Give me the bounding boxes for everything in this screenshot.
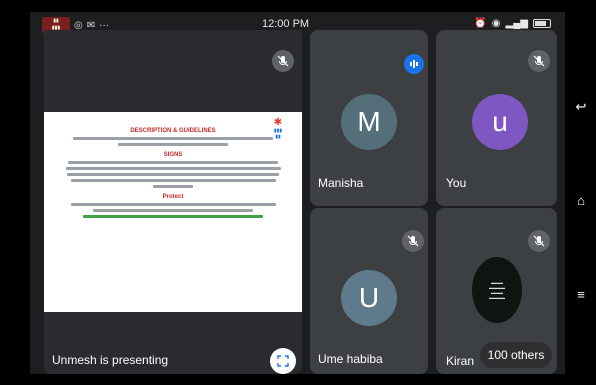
document-logo: ✱ ▮▮▮ ▮▮: [273, 117, 283, 141]
participant-tile-kiran[interactable]: ▬▬▬ ▬▬▬▬ ▬▬▬ ▬▬▬▬ Kiran 100 others: [436, 208, 557, 374]
presenting-label: Unmesh is presenting: [52, 353, 169, 367]
alarm-icon: ⏰: [474, 18, 487, 29]
fullscreen-icon: [277, 355, 289, 367]
participant-tile-ume-habiba[interactable]: U Ume habiba: [310, 208, 428, 374]
home-icon[interactable]: ⌂: [574, 193, 588, 208]
participant-tile-you[interactable]: u You: [436, 30, 557, 206]
fullscreen-button[interactable]: [270, 348, 296, 374]
signal-icon: ▂▄▆: [505, 18, 528, 29]
shared-document: ✱ ▮▮▮ ▮▮ DESCRIPTION & GUIDELINES SIGNS Pr…: [44, 112, 302, 312]
avatar: u: [472, 94, 528, 150]
document-section-signs: SIGNS: [163, 152, 183, 158]
others-count-button[interactable]: 100 others: [480, 342, 552, 368]
presentation-tile[interactable]: ✱ ▮▮▮ ▮▮ DESCRIPTION & GUIDELINES SIGNS Pr…: [44, 30, 302, 374]
sound-icon: ◉: [491, 18, 501, 29]
mic-off-icon: [528, 230, 550, 252]
avatar: M: [341, 94, 397, 150]
status-right-icons: ⏰ ◉ ▂▄▆: [474, 18, 551, 29]
more-icon: ···: [99, 19, 110, 31]
meet-screen: ▮▮ ▮▮▮ ◎ ✉ ··· 12:00 PM ⏰ ◉ ▂▄▆ ✱ ▮▮▮ ▮▮ DE…: [30, 12, 565, 374]
battery-icon: [533, 19, 551, 28]
document-title: DESCRIPTION & GUIDELINES: [130, 128, 216, 134]
participant-name: You: [446, 176, 467, 190]
mic-off-icon: [528, 50, 550, 72]
document-section-protect: Protect: [162, 194, 184, 200]
mic-off-icon: [402, 230, 424, 252]
status-time: 12:00 PM: [262, 18, 310, 30]
participant-name: Manisha: [318, 176, 364, 190]
mail-icon: ✉: [86, 19, 96, 31]
speaking-icon: [404, 54, 424, 74]
participant-name: Kiran: [446, 354, 475, 368]
back-icon[interactable]: ↩: [574, 99, 588, 114]
avatar: U: [341, 270, 397, 326]
participant-name: Ume habiba: [318, 352, 383, 366]
participant-tile-manisha[interactable]: M Manisha: [310, 30, 428, 206]
participant-photo: ▬▬▬ ▬▬▬▬ ▬▬▬ ▬▬▬▬: [472, 257, 522, 323]
mic-off-icon: [272, 50, 294, 72]
whatsapp-icon: ◎: [74, 19, 83, 31]
menu-icon[interactable]: ≡: [574, 287, 588, 302]
